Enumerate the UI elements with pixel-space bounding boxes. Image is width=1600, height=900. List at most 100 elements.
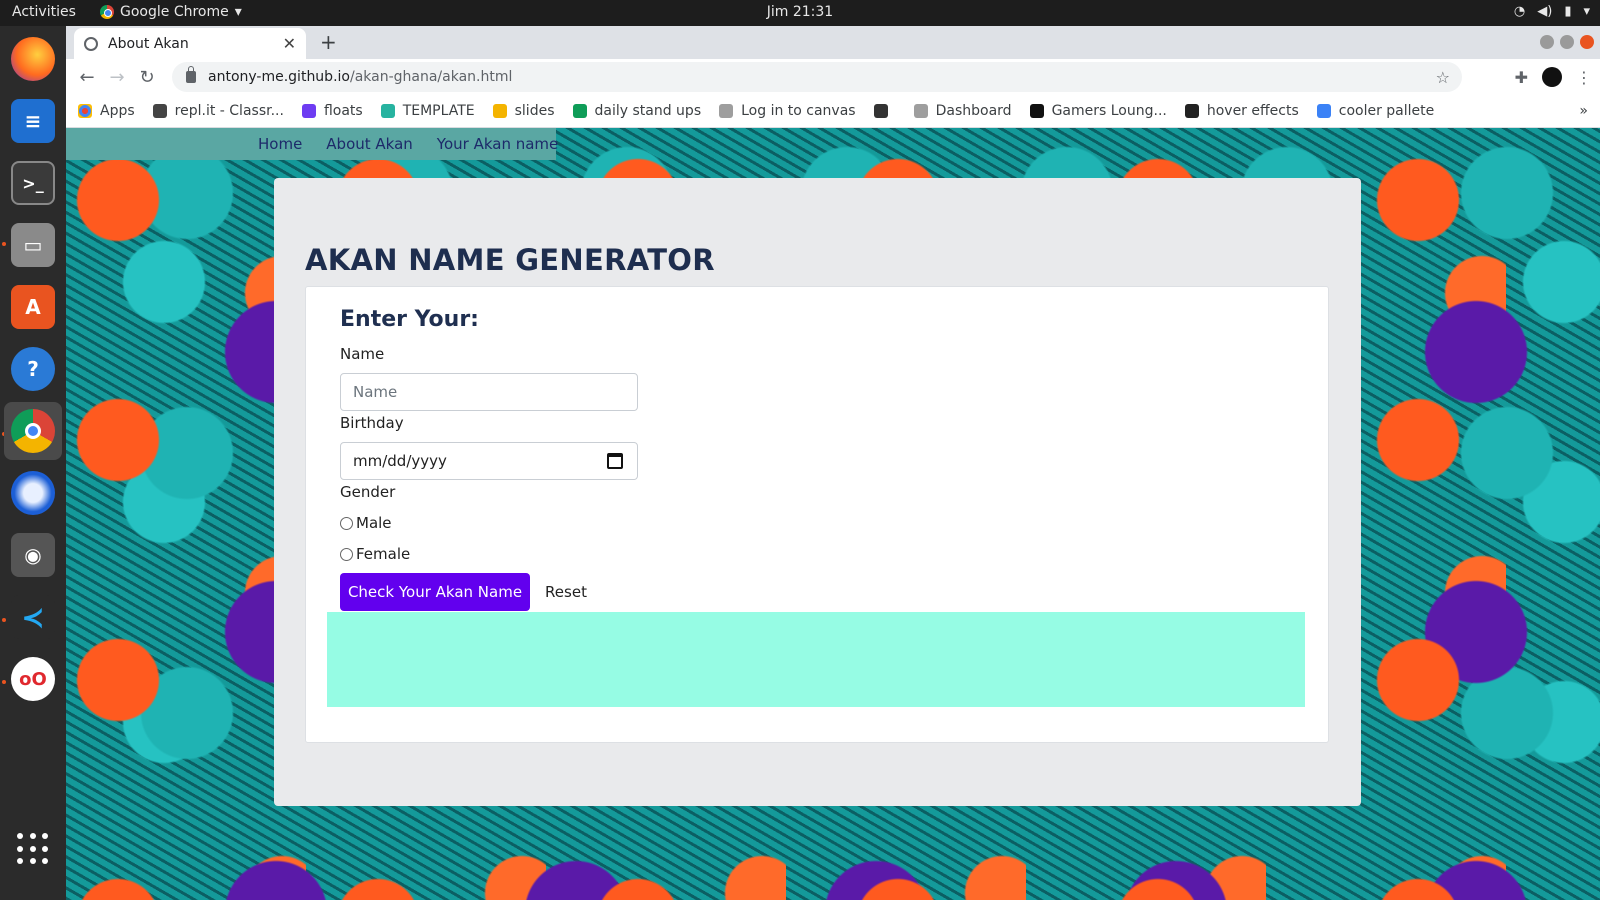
bookmark-item[interactable]: hover effects: [1184, 103, 1299, 119]
show-apps-icon[interactable]: [17, 833, 49, 865]
chrome-icon: [100, 5, 114, 19]
bookmark-favicon-icon: [572, 104, 587, 118]
dock-vscode[interactable]: ≺: [4, 588, 62, 646]
nav-your-akan-name[interactable]: Your Akan name: [437, 135, 558, 153]
wifi-icon: ◔: [1513, 4, 1526, 19]
nav-home[interactable]: Home: [258, 135, 302, 153]
tab-about-akan[interactable]: About Akan ✕: [74, 28, 306, 59]
bookmark-item[interactable]: daily stand ups: [572, 103, 702, 119]
birthday-value: mm/dd/yyyy: [353, 452, 447, 470]
check-akan-name-button[interactable]: Check Your Akan Name: [340, 573, 530, 611]
gender-label: Gender: [340, 483, 396, 501]
name-input[interactable]: [340, 373, 638, 411]
gender-male-option[interactable]: Male: [340, 514, 392, 532]
bookmark-star-icon[interactable]: ☆: [1436, 68, 1450, 87]
bookmark-item[interactable]: Apps: [78, 103, 135, 119]
minimize-button[interactable]: [1540, 35, 1554, 49]
activities-button[interactable]: Activities: [12, 4, 76, 20]
lock-icon[interactable]: [186, 66, 196, 83]
chrome-icon: [11, 409, 55, 453]
reload-button[interactable]: ↻: [132, 67, 162, 88]
close-window-button[interactable]: [1580, 35, 1594, 49]
document-icon: ≡: [11, 99, 55, 143]
system-clock[interactable]: Jim 21:31: [767, 4, 833, 20]
bookmark-item[interactable]: slides: [492, 103, 555, 119]
firefox-icon: [11, 37, 55, 81]
form-heading: Enter Your:: [340, 307, 479, 332]
male-radio[interactable]: [340, 516, 353, 530]
url-path: /akan-ghana/akan.html: [349, 69, 513, 85]
birthday-input[interactable]: mm/dd/yyyy: [340, 442, 638, 480]
bookmark-item[interactable]: TEMPLATE: [380, 103, 475, 119]
bookmark-item[interactable]: repl.it - Classr...: [152, 103, 284, 119]
close-icon[interactable]: ✕: [283, 34, 296, 53]
apps-grid-icon: [78, 104, 92, 118]
back-button[interactable]: ←: [72, 67, 102, 88]
address-bar[interactable]: antony-me.github.io/akan-ghana/akan.html…: [172, 62, 1462, 92]
female-label: Female: [356, 545, 411, 563]
browser-toolbar: ← → ↻ antony-me.github.io/akan-ghana/aka…: [66, 59, 1600, 95]
vscode-icon: ≺: [11, 595, 55, 639]
profile-avatar[interactable]: [1542, 67, 1562, 87]
bookmark-label: Dashboard: [935, 103, 1012, 119]
system-tray[interactable]: ◔ ◀) ▮ ▾: [1514, 4, 1590, 19]
nav-about-akan[interactable]: About Akan: [326, 135, 413, 153]
bookmark-label: daily stand ups: [594, 103, 702, 119]
form-card: Enter Your: Name Birthday mm/dd/yyyy Gen…: [305, 286, 1329, 743]
chevron-down-icon: ▾: [234, 4, 242, 20]
system-top-bar: Activities Google Chrome ▾ Jim 21:31 ◔ ◀…: [0, 0, 1600, 26]
app-menu[interactable]: Google Chrome ▾: [100, 4, 242, 20]
calendar-icon[interactable]: [607, 453, 623, 469]
new-tab-button[interactable]: +: [320, 30, 337, 54]
male-label: Male: [356, 514, 392, 532]
bookmark-item[interactable]: cooler pallete: [1316, 103, 1435, 119]
bookmark-item[interactable]: [873, 104, 896, 118]
window-controls: [1540, 35, 1594, 49]
dock-files[interactable]: ▭: [4, 216, 62, 274]
birthday-label: Birthday: [340, 414, 404, 432]
page-title: AKAN NAME GENERATOR: [305, 243, 715, 277]
bookmark-favicon-icon: [492, 104, 507, 118]
bookmark-label: repl.it - Classr...: [174, 103, 284, 119]
files-icon: ▭: [11, 223, 55, 267]
bookmark-item[interactable]: Dashboard: [913, 103, 1012, 119]
dock-chrome[interactable]: [4, 402, 62, 460]
speaker-icon: ◉: [11, 533, 55, 577]
bookmarks-overflow-button[interactable]: »: [1579, 103, 1588, 119]
forward-button[interactable]: →: [102, 67, 132, 88]
bookmark-item[interactable]: Log in to canvas: [719, 103, 856, 119]
bookmark-label: cooler pallete: [1338, 103, 1435, 119]
bookmark-favicon-icon: [873, 104, 888, 118]
extensions-icon[interactable]: ✚: [1515, 68, 1528, 87]
bookmark-label: Gamers Loung...: [1051, 103, 1167, 119]
bookmark-favicon-icon: [1316, 104, 1331, 118]
reset-button[interactable]: Reset: [538, 573, 594, 611]
dock-rhythmbox[interactable]: ◉: [4, 526, 62, 584]
chevron-down-icon: ▾: [1583, 4, 1590, 19]
female-radio[interactable]: [340, 547, 353, 561]
bookmark-favicon-icon: [1184, 104, 1199, 118]
bookmark-favicon-icon: [719, 104, 734, 118]
dock-software[interactable]: A: [4, 278, 62, 336]
app-menu-label: Google Chrome: [120, 4, 229, 20]
menu-icon[interactable]: ⋮: [1576, 68, 1592, 87]
gender-female-option[interactable]: Female: [340, 545, 410, 563]
bookmark-label: slides: [514, 103, 555, 119]
dock-help[interactable]: ?: [4, 340, 62, 398]
bookmark-item[interactable]: floats: [301, 103, 363, 119]
bookmark-item[interactable]: Gamers Loung...: [1029, 103, 1167, 119]
dock-writer[interactable]: ≡: [4, 92, 62, 150]
dock-terminal[interactable]: >_: [4, 154, 62, 212]
tab-title: About Akan: [108, 35, 189, 52]
bookmark-favicon-icon: [301, 104, 316, 118]
main-panel: AKAN NAME GENERATOR Enter Your: Name Bir…: [274, 178, 1361, 806]
dock-firefox[interactable]: [4, 30, 62, 88]
url-host: antony-me.github.io: [208, 69, 350, 85]
dock-app[interactable]: oO: [4, 650, 62, 708]
dock-thunderbird[interactable]: [4, 464, 62, 522]
maximize-button[interactable]: [1560, 35, 1574, 49]
help-icon: ?: [11, 347, 55, 391]
bookmark-label: Apps: [100, 103, 135, 119]
name-label: Name: [340, 345, 385, 363]
terminal-icon: >_: [11, 161, 55, 205]
